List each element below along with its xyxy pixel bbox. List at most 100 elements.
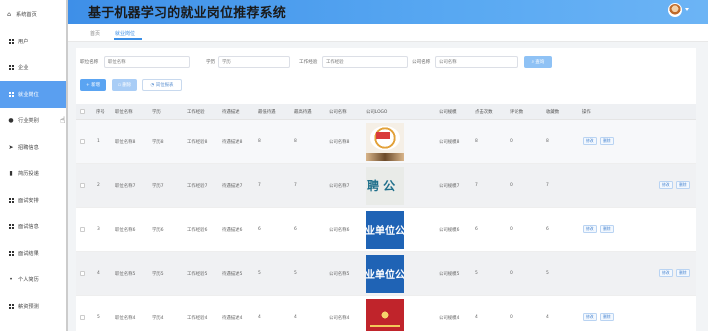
report-button[interactable]: ◔ 岗位报表 xyxy=(142,79,182,91)
sidebar-item-company[interactable]: 企业 xyxy=(0,55,67,82)
job-name-label: 职位名称 xyxy=(80,60,99,65)
sidebar-item-user[interactable]: 用户 xyxy=(0,28,67,55)
chart-icon: ◔ xyxy=(150,82,155,88)
edit-button[interactable]: 修改 xyxy=(583,313,597,321)
table-row[interactable]: 5 职位名称4 学历4 工作经验4 待遇描述4 4 4 公司名称4 公司规模4 … xyxy=(76,296,696,331)
sidebar-item-industry[interactable]: ● 行业类别 xyxy=(0,108,67,135)
sidebar-item-label: 面试结果 xyxy=(18,250,39,257)
cell-min-pay: 8 xyxy=(258,139,261,144)
cell-experience: 工作经验7 xyxy=(187,184,208,189)
delete-row-button[interactable]: 删除 xyxy=(676,181,690,189)
company-logo-image: 业单位公 xyxy=(366,211,404,249)
company-logo-image: 业单位公 xyxy=(366,255,404,293)
sidebar-item-home[interactable]: ⌂ 系统首页 xyxy=(0,0,67,28)
sidebar-item-label: 用户 xyxy=(18,38,29,45)
chevron-down-icon[interactable] xyxy=(685,8,689,11)
breadcrumb-home[interactable]: 首页 xyxy=(90,30,100,37)
cell-min-pay: 4 xyxy=(258,315,261,320)
cell-min-pay: 7 xyxy=(258,183,261,188)
cell-job-name: 职位名称8 xyxy=(115,140,136,145)
sidebar: ⌂ 系统首页 用户 企业 就业岗位 ● 行业类别 ➤ 招聘信息 ▮ 简历投递 面… xyxy=(0,0,68,331)
header-scale: 公司规模 xyxy=(439,110,457,115)
plus-icon: + xyxy=(86,82,90,88)
job-name-input[interactable] xyxy=(104,56,190,68)
add-button[interactable]: + 新增 xyxy=(80,79,106,91)
grid-icon xyxy=(8,91,14,97)
person-icon: • xyxy=(9,276,13,284)
cell-clicks: 5 xyxy=(475,271,478,276)
table-row[interactable]: 4 职位名称5 学历5 工作经验5 待遇描述5 5 5 公司名称5 业单位公 公… xyxy=(76,252,696,296)
table-row[interactable]: 2 职位名称7 学历7 工作经验7 待遇描述7 7 7 公司名称7 聘 公 公司… xyxy=(76,164,696,208)
filter-bar: 职位名称 学历 工作经验 公司名称 ⌕ 查询 xyxy=(80,56,690,68)
cell-scale: 公司规模7 xyxy=(439,184,460,189)
cell-no: 2 xyxy=(97,183,100,188)
cell-no: 4 xyxy=(97,271,100,276)
sidebar-scrollbar[interactable] xyxy=(66,0,68,331)
cell-company: 公司名称5 xyxy=(329,272,350,277)
sidebar-item-label: 个人简历 xyxy=(18,277,39,284)
cell-max-pay: 4 xyxy=(294,315,297,320)
delete-row-button[interactable]: 删除 xyxy=(600,313,614,321)
sidebar-item-interview-schedule[interactable]: 面试安排 xyxy=(0,187,67,214)
cell-company: 公司名称6 xyxy=(329,228,350,233)
table-row[interactable]: 1 职位名称8 学历8 工作经验8 待遇描述8 8 8 公司名称8 公司规模8 … xyxy=(76,120,696,164)
header-actions: 操作 xyxy=(582,110,591,115)
delete-row-button[interactable]: 删除 xyxy=(600,225,614,233)
delete-row-button[interactable]: 删除 xyxy=(676,269,690,277)
cell-favorites: 4 xyxy=(546,315,549,320)
sidebar-item-interview-result[interactable]: 面试结果 xyxy=(0,240,67,267)
grid-icon xyxy=(8,38,14,44)
education-input[interactable] xyxy=(218,56,290,68)
edit-button[interactable]: 修改 xyxy=(659,181,673,189)
cell-job-name: 职位名称5 xyxy=(115,272,136,277)
cell-scale: 公司规模6 xyxy=(439,228,460,233)
edit-button[interactable]: 修改 xyxy=(659,269,673,277)
table-header: 序号 职位名称 学历 工作经验 待遇描述 最低待遇 最高待遇 公司名称 公司LO… xyxy=(76,104,696,120)
cell-company: 公司名称4 xyxy=(329,316,350,321)
row-checkbox[interactable] xyxy=(80,271,85,276)
cell-experience: 工作经验4 xyxy=(187,316,208,321)
cell-experience: 工作经验5 xyxy=(187,272,208,277)
select-all-checkbox[interactable] xyxy=(80,109,85,114)
cell-education: 学历8 xyxy=(152,140,164,145)
cell-comments: 0 xyxy=(510,183,513,188)
row-checkbox[interactable] xyxy=(80,139,85,144)
cell-clicks: 7 xyxy=(475,183,478,188)
grid-icon xyxy=(8,65,14,71)
breadcrumb-current[interactable]: 就业岗位 xyxy=(115,30,135,37)
sidebar-item-salary[interactable]: 薪资预测 xyxy=(0,293,67,320)
sidebar-item-label: 薪资预测 xyxy=(18,303,39,310)
jobs-table: 序号 职位名称 学历 工作经验 待遇描述 最低待遇 最高待遇 公司名称 公司LO… xyxy=(76,104,696,331)
sidebar-item-label: 企业 xyxy=(18,65,29,72)
sidebar-item-label: 面试信息 xyxy=(18,224,39,231)
content-panel: 职位名称 学历 工作经验 公司名称 ⌕ 查询 + 新增 ▫ 删除 ◔ 岗位报表 … xyxy=(76,48,696,331)
delete-button[interactable]: ▫ 删除 xyxy=(112,79,137,91)
experience-input[interactable] xyxy=(322,56,408,68)
sidebar-item-resume-delivery[interactable]: ▮ 简历投递 xyxy=(0,161,67,188)
avatar[interactable] xyxy=(668,3,682,17)
app-title: 基于机器学习的就业岗位推荐系统 xyxy=(88,6,287,21)
sidebar-item-recruit[interactable]: ➤ 招聘信息 xyxy=(0,134,67,161)
row-checkbox[interactable] xyxy=(80,315,85,320)
edit-button[interactable]: 修改 xyxy=(583,137,597,145)
pin-icon: ● xyxy=(8,117,14,125)
row-checkbox[interactable] xyxy=(80,227,85,232)
company-input[interactable] xyxy=(435,56,518,68)
sidebar-item-label: 招聘信息 xyxy=(18,144,39,151)
edit-button[interactable]: 修改 xyxy=(583,225,597,233)
header-company: 公司名称 xyxy=(329,110,347,115)
sidebar-item-jobs[interactable]: 就业岗位 xyxy=(0,81,67,108)
company-logo-image: 聘 公 xyxy=(366,167,404,205)
search-button[interactable]: ⌕ 查询 xyxy=(524,56,552,68)
cell-comments: 0 xyxy=(510,227,513,232)
sidebar-item-interview-info[interactable]: 面试信息 xyxy=(0,214,67,241)
table-row[interactable]: 3 职位名称6 学历6 工作经验6 待遇描述6 6 6 公司名称6 业单位公 公… xyxy=(76,208,696,252)
delete-row-button[interactable]: 删除 xyxy=(600,137,614,145)
cell-min-pay: 6 xyxy=(258,227,261,232)
cell-max-pay: 6 xyxy=(294,227,297,232)
row-checkbox[interactable] xyxy=(80,183,85,188)
home-icon: ⌂ xyxy=(7,10,11,18)
sidebar-item-resume[interactable]: • 个人简历 xyxy=(0,267,67,294)
cell-job-name: 职位名称6 xyxy=(115,228,136,233)
cell-scale: 公司规模5 xyxy=(439,272,460,277)
